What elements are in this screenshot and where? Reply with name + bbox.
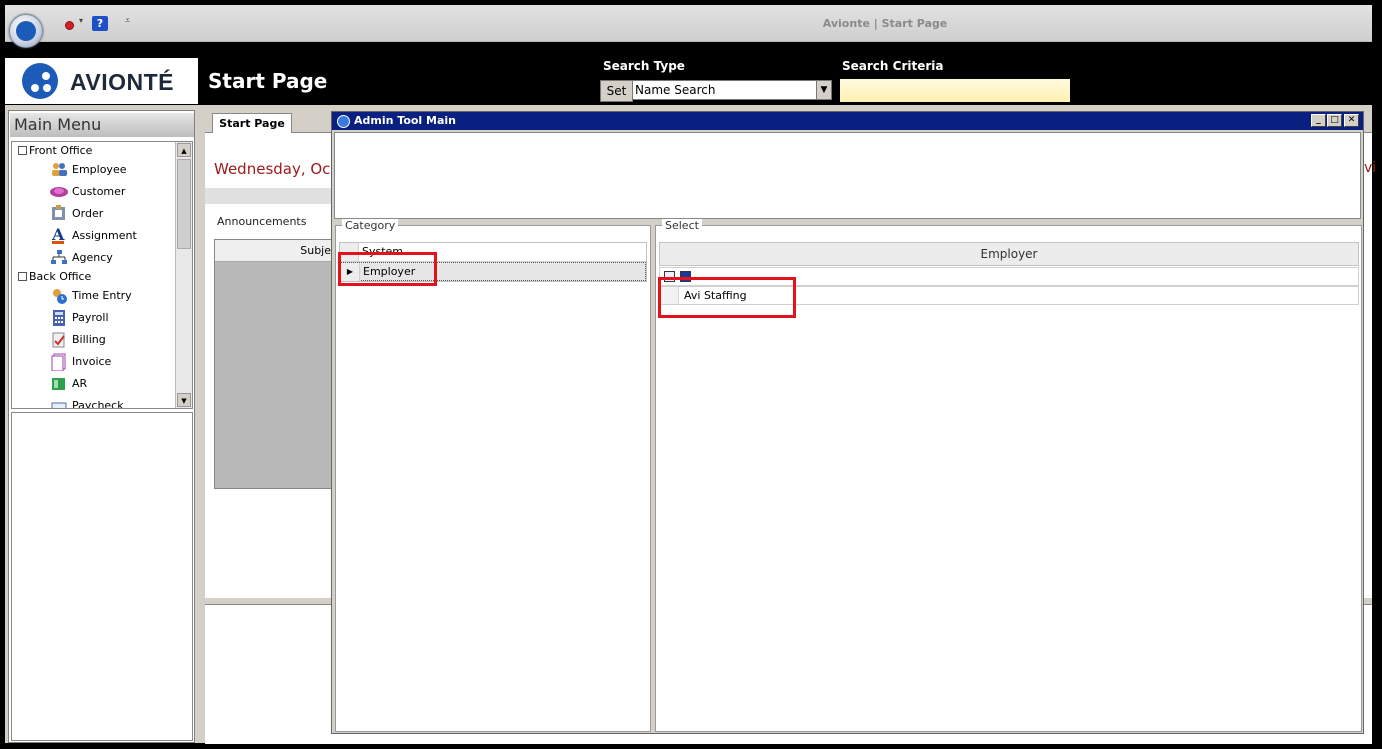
people-icon xyxy=(50,161,68,177)
logo-text: AVIONTÉ xyxy=(70,69,175,95)
sidebar-item-payroll[interactable]: Payroll xyxy=(50,309,109,327)
main-menu-tree[interactable]: Front Office Employee Customer Order A As… xyxy=(11,141,193,409)
order-icon xyxy=(50,205,68,221)
tree-group-back-office[interactable]: Back Office xyxy=(18,268,91,286)
category-legend: Category xyxy=(342,219,399,232)
search-criteria-label: Search Criteria xyxy=(842,59,944,73)
scroll-up-icon[interactable]: ▲ xyxy=(177,143,191,157)
collapse-box-icon[interactable] xyxy=(18,145,27,155)
highlight-box-employer-category xyxy=(338,252,437,286)
sidebar-item-invoice[interactable]: Invoice xyxy=(50,353,112,372)
sidebar-item-label: Time Entry xyxy=(72,289,132,302)
announcements-grid[interactable]: Subje xyxy=(214,239,334,489)
invoice-icon xyxy=(50,353,68,372)
tree-group-front-office[interactable]: Front Office xyxy=(18,142,92,160)
category-group: Category System ▶ Employer xyxy=(335,219,651,732)
search-type-select[interactable]: Name Search ▼ xyxy=(632,80,832,100)
record-dot-icon[interactable] xyxy=(65,21,74,30)
sidebar-item-order[interactable]: Order xyxy=(50,205,103,223)
sidebar-item-label: AR xyxy=(72,377,88,390)
sidebar-item-agency[interactable]: Agency xyxy=(50,249,113,267)
scrollbar-thumb[interactable] xyxy=(177,159,191,249)
app-menu-orb-button[interactable] xyxy=(9,14,43,48)
tab-start-page[interactable]: Start Page xyxy=(212,113,292,133)
sidebar-item-employee[interactable]: Employee xyxy=(50,161,126,179)
payroll-icon xyxy=(50,309,68,326)
column-header-employer[interactable]: Employer xyxy=(659,242,1359,266)
search-criteria-input[interactable] xyxy=(840,79,1070,102)
sidebar-item-label: Paycheck xyxy=(72,399,124,409)
grid-header-subject[interactable]: Subje xyxy=(215,240,333,262)
close-icon[interactable]: ✕ xyxy=(1344,114,1359,127)
search-type-value: Name Search xyxy=(635,83,716,97)
dialog-titlebar[interactable]: Admin Tool Main _ □ ✕ xyxy=(332,112,1363,130)
customer-icon xyxy=(50,183,68,199)
date-text: Wednesday, Oc xyxy=(214,160,331,178)
tree-group-label: Back Office xyxy=(29,270,92,283)
help-button[interactable]: ? xyxy=(92,16,108,31)
sidebar-item-ar[interactable]: AR xyxy=(50,375,87,393)
admin-tool-dialog: Admin Tool Main _ □ ✕ Category System ▶ … xyxy=(331,111,1364,734)
sidebar-item-assignment[interactable]: A Assignment xyxy=(50,225,137,245)
tree-group-label: Front Office xyxy=(29,144,93,157)
highlight-box-avi-staffing xyxy=(658,277,796,318)
start-page-divider xyxy=(205,188,345,204)
avionte-small-icon xyxy=(337,115,350,128)
sidebar-item-customer[interactable]: Customer xyxy=(50,183,125,201)
lower-left-pane xyxy=(11,412,193,741)
main-menu-title: Main Menu xyxy=(10,113,194,137)
agency-icon xyxy=(50,249,68,265)
billing-icon xyxy=(50,331,68,348)
sidebar-item-label: Invoice xyxy=(72,355,112,368)
collapse-box-icon[interactable] xyxy=(18,271,27,281)
announcements-label: Announcements xyxy=(217,215,307,228)
window-titlebar xyxy=(5,5,1372,42)
sidebar-item-label: Customer xyxy=(72,185,126,198)
minimize-icon[interactable]: _ xyxy=(1311,114,1326,127)
dialog-top-pane xyxy=(334,132,1361,219)
chevron-down-icon[interactable]: ▼ xyxy=(816,81,831,99)
time-entry-icon xyxy=(50,287,68,304)
sidebar-item-label: Employee xyxy=(72,163,127,176)
paycheck-icon xyxy=(50,397,68,408)
scroll-down-icon[interactable]: ▼ xyxy=(177,393,191,407)
select-legend: Select xyxy=(662,219,702,232)
set-button[interactable]: Set xyxy=(600,80,633,102)
tree-scrollbar[interactable]: ▲ ▼ xyxy=(175,142,192,408)
window-title: Avionte | Start Page xyxy=(822,17,948,30)
sidebar-item-billing[interactable]: Billing xyxy=(50,331,106,349)
ar-icon xyxy=(50,375,68,391)
avionte-logo-mark-icon xyxy=(22,63,58,99)
search-type-label: Search Type xyxy=(603,59,685,73)
maximize-icon[interactable]: □ xyxy=(1327,114,1342,127)
assignment-icon: A xyxy=(50,225,68,244)
sidebar-item-paycheck[interactable]: Paycheck xyxy=(50,397,124,409)
dropdown-arrow-icon[interactable]: ▾ xyxy=(79,16,83,25)
sidebar-item-label: Order xyxy=(72,207,104,220)
sidebar-item-label: Assignment xyxy=(72,229,137,242)
avionte-logo-icon xyxy=(16,21,36,41)
sidebar-item-time-entry[interactable]: Time Entry xyxy=(50,287,132,305)
right-edge-text: vi xyxy=(1364,160,1377,176)
sidebar-item-label: Billing xyxy=(72,333,106,346)
customize-toolbar-icon[interactable]: ⩡ xyxy=(125,16,130,26)
page-title: Start Page xyxy=(208,69,328,93)
sidebar-item-label: Agency xyxy=(72,251,113,264)
sidebar-item-label: Payroll xyxy=(72,311,109,324)
dialog-title: Admin Tool Main xyxy=(354,114,457,127)
